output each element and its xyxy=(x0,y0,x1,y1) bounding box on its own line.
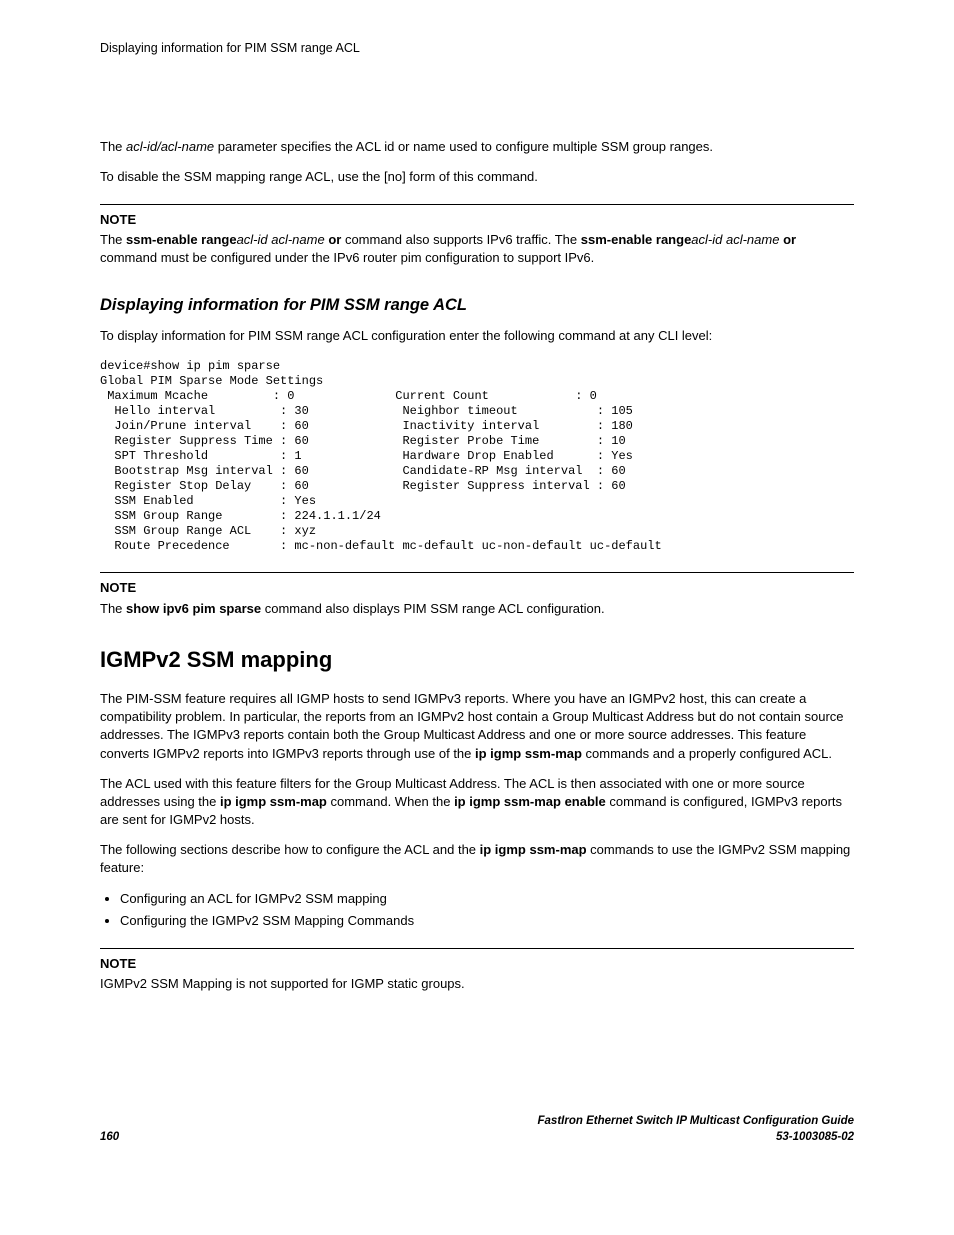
note-label: NOTE xyxy=(100,579,854,597)
note-rule-top xyxy=(100,204,854,205)
text: parameter specifies the ACL id or name u… xyxy=(214,139,713,154)
page-number: 160 xyxy=(100,1129,119,1145)
cmd-ssm-enable-range: ssm-enable range xyxy=(126,232,237,247)
footer-title: FastIron Ethernet Switch IP Multicast Co… xyxy=(538,1113,854,1129)
text: The following sections describe how to c… xyxy=(100,842,480,857)
running-head: Displaying information for PIM SSM range… xyxy=(100,40,854,58)
text: command also displays PIM SSM range ACL … xyxy=(261,601,604,616)
page-footer: 160 FastIron Ethernet Switch IP Multicas… xyxy=(100,1113,854,1145)
cmd-show-ipv6-pim-sparse: show ipv6 pim sparse xyxy=(126,601,261,616)
cli-output: device#show ip pim sparse Global PIM Spa… xyxy=(100,359,854,554)
bullet-list: Configuring an ACL for IGMPv2 SSM mappin… xyxy=(120,890,854,930)
note-rule-top xyxy=(100,948,854,949)
paragraph-display-info: To display information for PIM SSM range… xyxy=(100,327,854,345)
paragraph-acl-filter: The ACL used with this feature filters f… xyxy=(100,775,854,830)
paragraph-following-sections: The following sections describe how to c… xyxy=(100,841,854,877)
note-rule-top xyxy=(100,572,854,573)
list-item: Configuring the IGMPv2 SSM Mapping Comma… xyxy=(120,912,854,930)
note-ipv6-support: The ssm-enable rangeacl-id acl-name or c… xyxy=(100,231,854,266)
text: The xyxy=(100,139,126,154)
text: commands and a properly configured ACL. xyxy=(582,746,832,761)
term-acl-id-acl-name: acl-id/acl-name xyxy=(126,139,214,154)
cmd-ip-igmp-ssm-map: ip igmp ssm-map xyxy=(475,746,582,761)
cmd-ssm-enable-range: ssm-enable range xyxy=(581,232,692,247)
text: command. When the xyxy=(327,794,454,809)
term-acl-id-acl-name: acl-id acl-name xyxy=(691,232,783,247)
footer-docnum: 53-1003085-02 xyxy=(538,1129,854,1145)
keyword-or: or xyxy=(328,232,341,247)
note-label: NOTE xyxy=(100,955,854,973)
paragraph-acl-param: The acl-id/acl-name parameter specifies … xyxy=(100,138,854,156)
text: The xyxy=(100,232,126,247)
note-not-supported: IGMPv2 SSM Mapping is not supported for … xyxy=(100,975,854,993)
note-label: NOTE xyxy=(100,211,854,229)
paragraph-disable-ssm: To disable the SSM mapping range ACL, us… xyxy=(100,168,854,186)
list-item: Configuring an ACL for IGMPv2 SSM mappin… xyxy=(120,890,854,908)
heading-displaying-info: Displaying information for PIM SSM range… xyxy=(100,294,854,317)
cmd-ip-igmp-ssm-map: ip igmp ssm-map xyxy=(480,842,587,857)
keyword-or: or xyxy=(783,232,796,247)
note-show-ipv6: The show ipv6 pim sparse command also di… xyxy=(100,600,854,618)
text: command must be configured under the IPv… xyxy=(100,250,594,265)
heading-igmpv2-ssm-mapping: IGMPv2 SSM mapping xyxy=(100,645,854,676)
text: The xyxy=(100,601,126,616)
cmd-ip-igmp-ssm-map: ip igmp ssm-map xyxy=(220,794,327,809)
text: command also supports IPv6 traffic. The xyxy=(341,232,580,247)
term-acl-id-acl-name: acl-id acl-name xyxy=(237,232,329,247)
cmd-ip-igmp-ssm-map-enable: ip igmp ssm-map enable xyxy=(454,794,606,809)
paragraph-pim-ssm-feature: The PIM-SSM feature requires all IGMP ho… xyxy=(100,690,854,763)
